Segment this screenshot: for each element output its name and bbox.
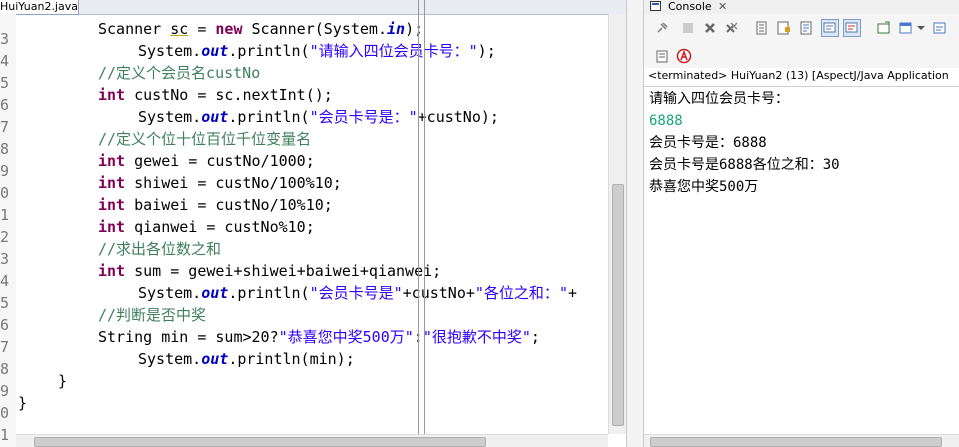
line-number: 7: [0, 338, 10, 356]
open-console-icon[interactable]: [843, 19, 861, 37]
show-stderr-icon[interactable]: [821, 19, 839, 37]
chevron-down-icon[interactable]: [916, 20, 926, 36]
display-console-icon[interactable]: [876, 20, 892, 36]
code-line: int gewei = custNo/1000;: [98, 152, 315, 170]
code-comment: //定义个会员名custNo: [98, 64, 261, 82]
line-number: 9: [0, 162, 10, 180]
code-line: String min = sum>20?"恭喜您中奖500万":"很抱歉不中奖"…: [98, 328, 540, 346]
code-line: Scanner sc = new Scanner(System.in);: [98, 20, 424, 38]
scrollbar-thumb[interactable]: [612, 184, 624, 426]
console-horizontal-scrollbar[interactable]: [644, 434, 959, 447]
console-output-line: 会员卡号是6888各位之和：30: [649, 157, 840, 173]
console-toolbar-secondary: [644, 44, 959, 68]
line-number: 1: [0, 206, 10, 224]
print-margin-line: [418, 0, 419, 447]
line-number: 2: [0, 228, 10, 246]
close-icon[interactable]: ✕: [718, 0, 727, 13]
line-number: 6: [0, 316, 10, 334]
line-number: 7: [0, 118, 10, 136]
code-line: int sum = gewei+shiwei+baiwei+qianwei;: [98, 262, 442, 280]
console-toolbar: [644, 14, 959, 44]
word-wrap-icon[interactable]: [776, 20, 792, 36]
line-number: 4: [0, 52, 10, 70]
editor-tab-strip: [79, 0, 626, 15]
console-output-line: 恭喜您中奖500万: [649, 179, 759, 195]
line-number: 1: [0, 426, 10, 444]
code-comment: //求出各位数之和: [98, 240, 222, 258]
line-number: 8: [0, 140, 10, 158]
line-number-gutter: 3 4 5 6 7 8 9 0 1 2 3 4 5 6 7 8 9 0 1: [0, 14, 16, 447]
code-line: int baiwei = custNo/10%10;: [98, 196, 333, 214]
line-number: 5: [0, 74, 10, 92]
scrollbar-thumb[interactable]: [650, 437, 942, 447]
editor-tab-huiyuan2[interactable]: HuiYuan2.java✕: [0, 0, 79, 15]
line-number: 6: [0, 96, 10, 114]
clipboard-icon[interactable]: [654, 48, 670, 64]
remove-launch-icon[interactable]: [680, 20, 696, 36]
console-tab[interactable]: Console ✕: [644, 0, 959, 14]
show-stdout-icon[interactable]: [798, 20, 814, 36]
code-line: }: [58, 372, 68, 390]
console-icon: [650, 1, 661, 11]
editor-horizontal-scrollbar[interactable]: [16, 434, 608, 447]
terminate-icon[interactable]: [702, 20, 718, 36]
print-margin-line: [424, 0, 425, 447]
remove-all-icon[interactable]: [724, 20, 740, 36]
code-line: int shiwei = custNo/100%10;: [98, 174, 342, 192]
pane-splitter[interactable]: [626, 0, 644, 447]
console-status: <terminated> HuiYuan2 (13) [AspectJ/Java…: [648, 69, 949, 82]
code-editor[interactable]: HuiYuan2.java✕ 3 4 5 6 7 8 9 0 1 2 3 4 5…: [0, 0, 626, 447]
divider: [644, 86, 959, 87]
line-number: 3: [0, 30, 10, 48]
console-tab-label: Console: [668, 0, 712, 13]
scrollbar-thumb[interactable]: [34, 437, 486, 447]
line-number: 4: [0, 272, 10, 290]
code-line: }: [18, 394, 28, 412]
line-number: 9: [0, 382, 10, 400]
scroll-lock-icon[interactable]: [754, 20, 770, 36]
console-input-line: 6888: [649, 113, 683, 129]
pin-icon[interactable]: [654, 20, 670, 36]
line-number: 8: [0, 360, 10, 378]
code-line: int qianwei = custNo%10;: [98, 218, 315, 236]
code-comment: //判断是否中奖: [98, 306, 207, 324]
line-number: 0: [0, 184, 10, 202]
code-line: System.out.println("会员卡号是"+custNo+"各位之和：…: [138, 284, 577, 302]
aspectj-icon[interactable]: [676, 48, 692, 64]
editor-tab-label: HuiYuan2.java: [0, 0, 78, 13]
line-number: 3: [0, 250, 10, 268]
editor-vertical-scrollbar[interactable]: [608, 14, 626, 434]
line-number: 5: [0, 294, 10, 312]
line-number: 0: [0, 404, 10, 422]
code-line: System.out.println("请输入四位会员卡号：");: [138, 42, 496, 60]
console-output-line: 请输入四位会员卡号：: [649, 91, 789, 107]
code-comment: //定义个位十位百位千位变量名: [98, 130, 312, 148]
code-line: System.out.println(min);: [138, 350, 355, 368]
console-view[interactable]: Console ✕ <terminated> HuiYuan2 (13) [As…: [644, 0, 959, 447]
new-console-icon[interactable]: [932, 20, 948, 36]
code-line: System.out.println("会员卡号是："+custNo);: [138, 108, 499, 126]
console-output-line: 会员卡号是：6888: [649, 135, 767, 151]
new-console-icon[interactable]: [898, 20, 914, 36]
code-line: int custNo = sc.nextInt();: [98, 86, 333, 104]
